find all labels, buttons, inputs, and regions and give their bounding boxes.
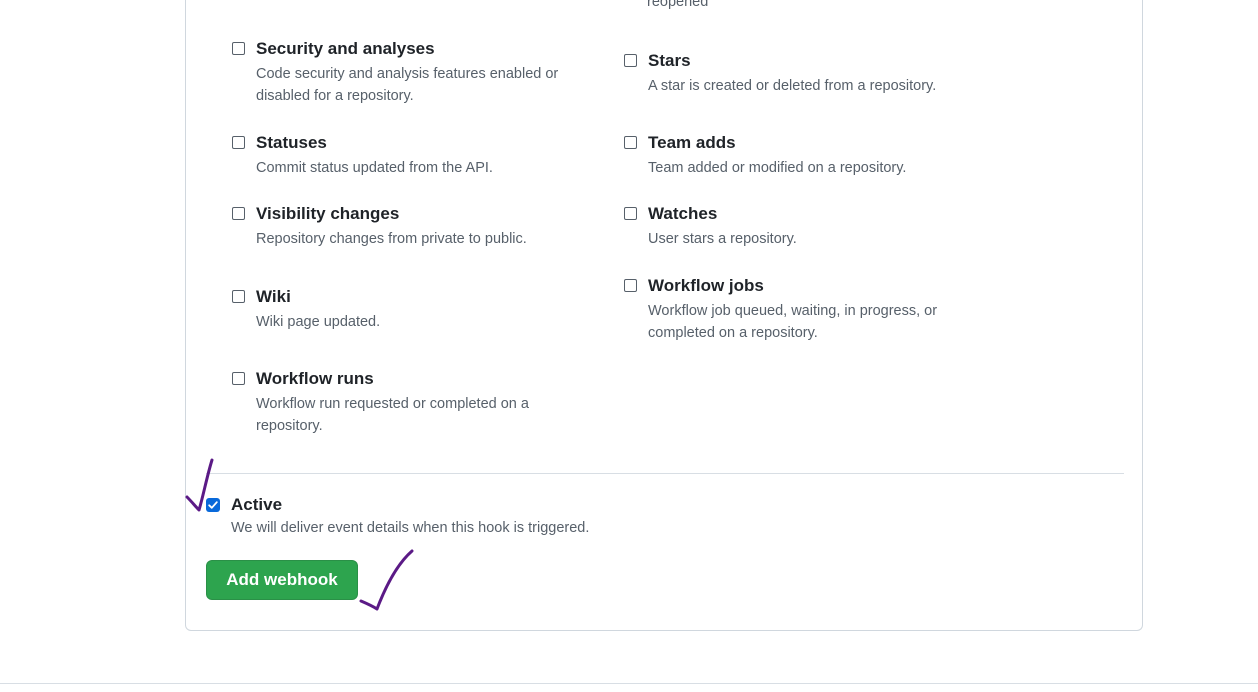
event-checkbox-workflow-jobs[interactable] xyxy=(624,279,637,292)
checkmark-icon xyxy=(208,501,218,509)
event-checkbox-team-adds[interactable] xyxy=(624,136,637,149)
event-description: Workflow run requested or completed on a… xyxy=(256,396,529,434)
event-title: Watches xyxy=(648,204,718,223)
event-checkbox-workflow-runs[interactable] xyxy=(232,372,245,385)
event-title: Team adds xyxy=(648,133,736,152)
event-description: Code security and analysis features enab… xyxy=(256,66,559,104)
event-checkbox-statuses[interactable] xyxy=(232,136,245,149)
event-title: Visibility changes xyxy=(256,204,400,223)
event-description: Workflow job queued, waiting, in progres… xyxy=(648,303,938,341)
add-webhook-button[interactable]: Add webhook xyxy=(206,560,358,600)
event-title: Workflow jobs xyxy=(648,276,764,295)
event-description: Team added or modified on a repository. xyxy=(648,160,907,176)
event-description: Commit status updated from the API. xyxy=(256,160,493,176)
event-description: Wiki page updated. xyxy=(256,314,381,330)
event-checkbox-stars[interactable] xyxy=(624,54,637,67)
active-checkbox[interactable] xyxy=(206,498,220,512)
event-title: Wiki xyxy=(256,287,291,306)
active-label: Active xyxy=(231,495,283,514)
event-title: Workflow runs xyxy=(256,369,374,388)
event-title: Security and analyses xyxy=(256,39,435,58)
section-divider xyxy=(206,473,1124,474)
event-checkbox-wiki[interactable] xyxy=(232,290,245,303)
event-title: Stars xyxy=(648,51,691,70)
event-checkbox-visibility-changes[interactable] xyxy=(232,207,245,220)
event-description: Repository changes from private to publi… xyxy=(256,231,527,247)
event-desc-fragment: reopened xyxy=(647,0,709,10)
event-checkbox-security-and-analyses[interactable] xyxy=(232,42,245,55)
active-description: We will deliver event details when this … xyxy=(231,520,590,536)
event-description: User stars a repository. xyxy=(648,231,797,247)
event-title: Statuses xyxy=(256,133,327,152)
footer-divider xyxy=(0,683,1258,684)
event-description: A star is created or deleted from a repo… xyxy=(648,78,937,94)
webhook-events-page: reopened Security and analyses Code secu… xyxy=(0,0,1258,692)
event-checkbox-watches[interactable] xyxy=(624,207,637,220)
